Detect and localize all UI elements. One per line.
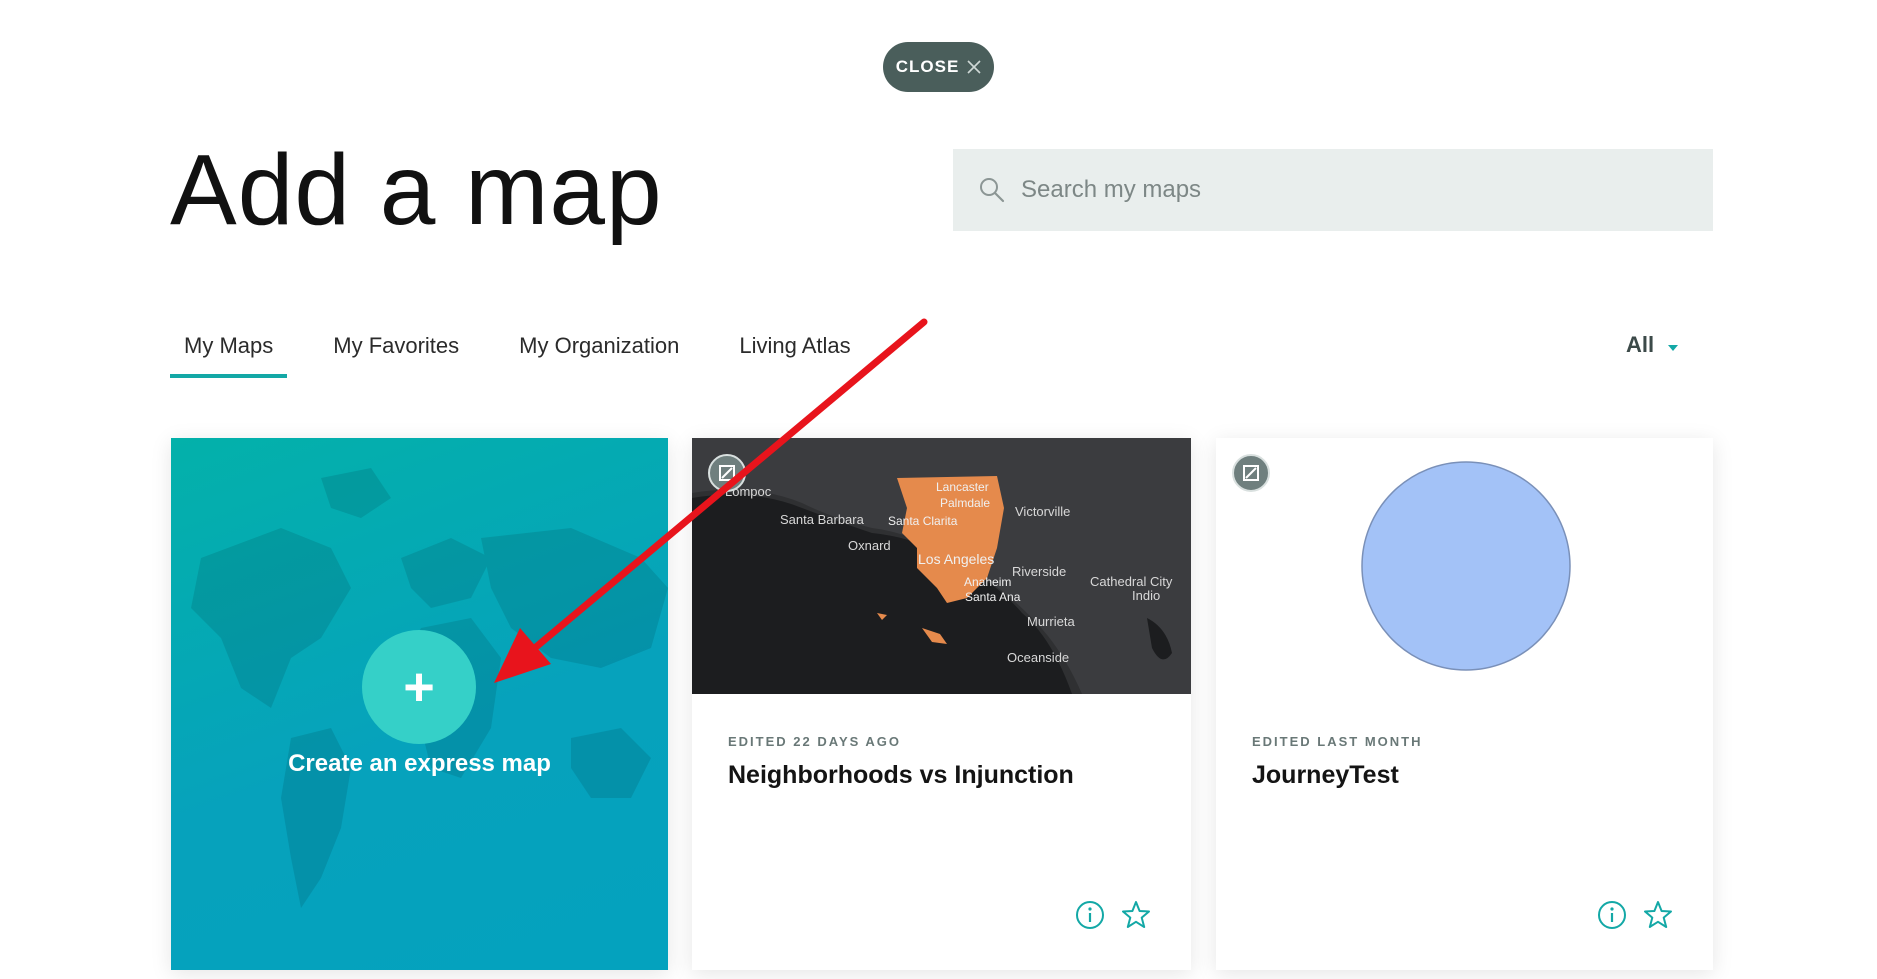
star-icon[interactable] [1121, 900, 1151, 930]
map-place-label: Murrieta [1027, 614, 1075, 629]
map-thumbnail: Lompoc Santa Barbara Oxnard Santa Clarit… [692, 438, 1191, 694]
star-icon[interactable] [1643, 900, 1673, 930]
layer-badge-icon [1232, 454, 1270, 492]
map-place-label: Oceanside [1007, 650, 1070, 665]
map-place-label: Lancaster [936, 480, 989, 494]
map-place-label: Oxnard [848, 538, 891, 553]
plus-icon[interactable]: + [362, 630, 476, 744]
tab-bar: My Maps My Favorites My Organization Liv… [170, 330, 897, 378]
create-express-map-label: Create an express map [288, 750, 551, 777]
filter-dropdown[interactable]: All [1626, 332, 1679, 358]
edited-timestamp: EDITED 22 DAYS AGO [728, 734, 902, 749]
map-place-label: Los Angeles [918, 551, 995, 567]
search-icon [980, 178, 1005, 203]
tab-my-favorites[interactable]: My Favorites [319, 330, 473, 378]
map-thumbnail-graphic [1361, 461, 1571, 671]
filter-label: All [1626, 332, 1655, 357]
card-actions [1075, 900, 1151, 930]
close-label: CLOSE [895, 57, 960, 76]
map-place-label: Palmdale [940, 496, 991, 510]
close-button[interactable]: CLOSE [883, 42, 994, 92]
map-title[interactable]: JourneyTest [1252, 761, 1399, 790]
map-place-label: Victorville [1015, 504, 1071, 519]
info-icon[interactable] [1597, 900, 1627, 930]
map-place-label: Lompoc [725, 484, 772, 499]
tab-living-atlas[interactable]: Living Atlas [725, 330, 864, 378]
page-title: Add a map [170, 134, 663, 246]
close-icon [967, 60, 981, 74]
map-title[interactable]: Neighborhoods vs Injunction [728, 761, 1074, 790]
map-place-label: Indio [1132, 588, 1161, 603]
create-express-map-card[interactable]: + Create an express map [171, 438, 668, 970]
map-place-label: Santa Ana [965, 590, 1021, 604]
map-card[interactable]: EDITED LAST MONTH JourneyTest [1216, 438, 1713, 970]
map-place-label: Anaheim [964, 575, 1012, 589]
map-thumbnail [1216, 438, 1713, 694]
caret-down-icon [1668, 345, 1679, 351]
map-place-label: Santa Clarita [888, 514, 958, 528]
map-place-label: Riverside [1012, 564, 1067, 579]
map-place-label: Santa Barbara [780, 512, 864, 527]
search-bar[interactable] [953, 149, 1713, 231]
map-place-label: Cathedral City [1090, 574, 1173, 589]
card-actions [1597, 900, 1673, 930]
search-input[interactable] [1021, 176, 1621, 204]
map-card[interactable]: Lompoc Santa Barbara Oxnard Santa Clarit… [692, 438, 1191, 970]
edited-timestamp: EDITED LAST MONTH [1252, 734, 1423, 749]
tab-my-maps[interactable]: My Maps [170, 330, 288, 378]
info-icon[interactable] [1075, 900, 1105, 930]
tab-my-organization[interactable]: My Organization [505, 330, 693, 378]
